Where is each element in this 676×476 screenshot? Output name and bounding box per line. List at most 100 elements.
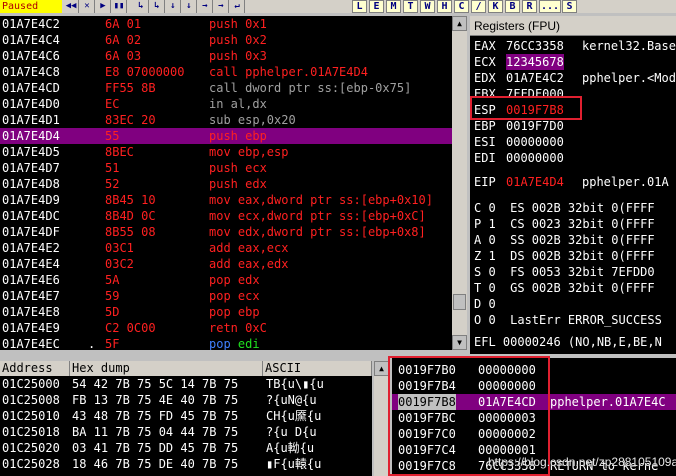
disasm-row[interactable]: 01A7E4D7 51 push ecx	[0, 160, 452, 176]
register-edi[interactable]: EDI 00000000	[474, 150, 564, 166]
disasm-instruction: retn 0xC	[209, 321, 267, 335]
register-eip[interactable]: EIP 01A7E4D4 pphelper.01A	[474, 174, 669, 190]
stack-row[interactable]: 0019F7B8 01A7E4CD pphelper.01A7E4C	[392, 394, 676, 410]
register-esp[interactable]: ESP 0019F7B8	[474, 102, 564, 118]
flag-row[interactable]: Z 1 DS 002B 32bit 0(FFFF	[474, 248, 655, 264]
disasm-row[interactable]: 01A7E4C6 6A 03 push 0x3	[0, 48, 452, 64]
toolbar: Paused ◀◀ ✕ ▶ ▮▮ ↳ ↳ ↓ ↓ → → ↵ L E M T W H C / K B R... S	[0, 0, 676, 13]
disasm-row[interactable]: 01A7E4E2 03C1 add eax,ecx	[0, 240, 452, 256]
window-button-4[interactable]: W	[420, 0, 435, 13]
window-button-3[interactable]: T	[403, 0, 418, 13]
scroll-down-arrow-icon[interactable]: ▼	[452, 335, 467, 350]
disasm-instruction: mov eax,dword ptr ss:[ebp+0x10]	[209, 193, 433, 207]
restart-icon[interactable]: ◀◀	[64, 0, 79, 13]
dump-row[interactable]: 01C25028 18 46 7B 75 DE 40 7B 75 ▮F{u轅{u	[0, 456, 372, 472]
go-to-address-icon[interactable]: →	[214, 0, 229, 13]
flag-row[interactable]: D 0	[474, 296, 496, 312]
scroll-up-arrow-icon[interactable]: ▲	[374, 361, 389, 376]
disasm-row[interactable]: 01A7E4E8 5D pop ebp	[0, 304, 452, 320]
disasm-instruction: push edx	[209, 177, 267, 191]
disasm-row[interactable]: 01A7E4DF 8B55 08 mov edx,dword ptr ss:[ebp…	[0, 224, 452, 240]
dump-pane[interactable]: 01C25000 54 42 7B 75 5C 14 7B 75 TB{u\▮{u 0…	[0, 376, 372, 476]
disasm-row[interactable]: 01A7E4D4 55 push ebp	[0, 128, 452, 144]
disasm-row[interactable]: 01A7E4EC. 5F pop edi	[0, 336, 452, 350]
register-ecx[interactable]: ECX 12345678	[474, 54, 564, 70]
run-icon[interactable]: ▶	[96, 0, 111, 13]
window-button-9[interactable]: B	[505, 0, 520, 13]
execute-till-return-icon[interactable]: →	[198, 0, 213, 13]
register-eax[interactable]: EAX 76CC3358 kernel32.Base	[474, 38, 676, 54]
disasm-row[interactable]: 01A7E4C2 6A 01 push 0x1	[0, 16, 452, 32]
disasm-row[interactable]: 01A7E4D5 8BEC mov ebp,esp	[0, 144, 452, 160]
return-icon[interactable]: ↵	[230, 0, 245, 13]
disasm-row[interactable]: 01A7E4C4 6A 02 push 0x2	[0, 32, 452, 48]
disasm-row[interactable]: 01A7E4CD FF55 8B call dword ptr ss:[ebp-0x…	[0, 80, 452, 96]
flag-row[interactable]: S 0 FS 0053 32bit 7EFDD0	[474, 264, 655, 280]
disassembly-scrollbar[interactable]: ▲ ▼	[452, 16, 467, 350]
trace-into-icon[interactable]: ↓	[166, 0, 181, 13]
window-button-11[interactable]: ...	[539, 0, 561, 13]
pause-icon[interactable]: ▮▮	[112, 0, 127, 13]
disasm-row[interactable]: 01A7E4D0 EC in al,dx	[0, 96, 452, 112]
dump-scrollbar[interactable]: ▲	[374, 361, 389, 476]
disasm-row[interactable]: 01A7E4E6 5A pop edx	[0, 272, 452, 288]
dump-col-ascii[interactable]: ASCII	[263, 361, 372, 376]
scroll-up-arrow-icon[interactable]: ▲	[452, 16, 467, 31]
flag-row[interactable]: O 0 LastErr ERROR_SUCCESS	[474, 312, 662, 328]
dump-row[interactable]: 01C25000 54 42 7B 75 5C 14 7B 75 TB{u\▮{u	[0, 376, 372, 392]
scroll-thumb[interactable]	[453, 294, 466, 310]
disasm-row[interactable]: 01A7E4DC 8B4D 0C mov ecx,dword ptr ss:[ebp…	[0, 208, 452, 224]
step-over-icon[interactable]: ↳	[150, 0, 165, 13]
register-ebx[interactable]: EBX 7FFDF000	[474, 86, 564, 102]
disasm-hex: 5D	[105, 305, 120, 319]
dump-row[interactable]: 01C25018 BA 11 7B 75 04 44 7B 75 ?{u D{u	[0, 424, 372, 440]
disasm-row[interactable]: 01A7E4D8 52 push edx	[0, 176, 452, 192]
register-ebp[interactable]: EBP 0019F7D0	[474, 118, 564, 134]
register-esi[interactable]: ESI 00000000	[474, 134, 564, 150]
registers-pane[interactable]: Registers (FPU) EAX 76CC3358 kernel32.Base…	[470, 16, 676, 354]
disasm-address: 01A7E4D7	[2, 161, 60, 175]
dump-row[interactable]: 01C25020 03 41 7B 75 DD 45 7B 75 A{u軪{u	[0, 440, 372, 456]
disasm-row[interactable]: 01A7E4C8 E8 07000000 call pphelper.01A7E4D…	[0, 64, 452, 80]
dump-row[interactable]: 01C25010 43 48 7B 75 FD 45 7B 75 CH{u黡{u	[0, 408, 372, 424]
stack-row[interactable]: 0019F7BC 00000003	[392, 410, 676, 426]
close-icon[interactable]: ✕	[80, 0, 95, 13]
window-button-8[interactable]: K	[488, 0, 503, 13]
window-button-6[interactable]: C	[454, 0, 469, 13]
window-button-0[interactable]: L	[352, 0, 367, 13]
disasm-row[interactable]: 01A7E4E9 C2 0C00 retn 0xC	[0, 320, 452, 336]
window-button-5[interactable]: H	[437, 0, 452, 13]
flag-row[interactable]: P 1 CS 0023 32bit 0(FFFF	[474, 216, 655, 232]
disasm-instruction: call pphelper.01A7E4D4	[209, 65, 368, 79]
flag-row[interactable]: T 0 GS 002B 32bit 0(FFFF	[474, 280, 655, 296]
trace-over-icon[interactable]: ↓	[182, 0, 197, 13]
register-edx[interactable]: EDX 01A7E4C2 pphelper.<Mod	[474, 70, 676, 86]
step-into-icon[interactable]: ↳	[134, 0, 149, 13]
stack-row[interactable]: 0019F7B0 00000000	[392, 362, 676, 378]
disasm-row[interactable]: 01A7E4E7 59 pop ecx	[0, 288, 452, 304]
disasm-hex: 8B45 10	[105, 193, 156, 207]
window-button-10[interactable]: R	[522, 0, 537, 13]
stack-address: 0019F7C4	[398, 443, 456, 457]
dump-hex: BA 11 7B 75 04 44 7B 75	[72, 425, 239, 439]
window-button-2[interactable]: M	[386, 0, 401, 13]
window-button-7[interactable]: /	[471, 0, 486, 13]
dump-header: Address Hex dump ASCII	[0, 361, 372, 376]
disasm-instruction: mov ecx,dword ptr ss:[ebp+0xC]	[209, 209, 426, 223]
stack-row[interactable]: 0019F7B4 00000000	[392, 378, 676, 394]
efl-row[interactable]: EFL 00000246 (NO,NB,E,BE,N	[474, 334, 662, 350]
flag-row[interactable]: A 0 SS 002B 32bit 0(FFFF	[474, 232, 655, 248]
disassembly-pane[interactable]: 01A7E4C2 6A 01 push 0x1 01A7E4C4 6A 02 push 0…	[0, 16, 452, 350]
stack-row[interactable]: 0019F7C0 00000002	[392, 426, 676, 442]
window-button-1[interactable]: E	[369, 0, 384, 13]
disasm-row[interactable]: 01A7E4E4 03C2 add eax,edx	[0, 256, 452, 272]
window-button-12[interactable]: S	[562, 0, 577, 13]
disasm-row[interactable]: 01A7E4D9 8B45 10 mov eax,dword ptr ss:[ebp…	[0, 192, 452, 208]
disasm-row[interactable]: 01A7E4D1 83EC 20 sub esp,0x20	[0, 112, 452, 128]
dump-col-hex[interactable]: Hex dump	[70, 361, 263, 376]
disasm-instruction: push 0x1	[209, 17, 267, 31]
flag-row[interactable]: C 0 ES 002B 32bit 0(FFFF	[474, 200, 655, 216]
dump-row[interactable]: 01C25008 FB 13 7B 75 4E 40 7B 75 ?{uN@{u	[0, 392, 372, 408]
dump-col-address[interactable]: Address	[0, 361, 70, 376]
register-value: 76CC3358	[506, 39, 564, 53]
